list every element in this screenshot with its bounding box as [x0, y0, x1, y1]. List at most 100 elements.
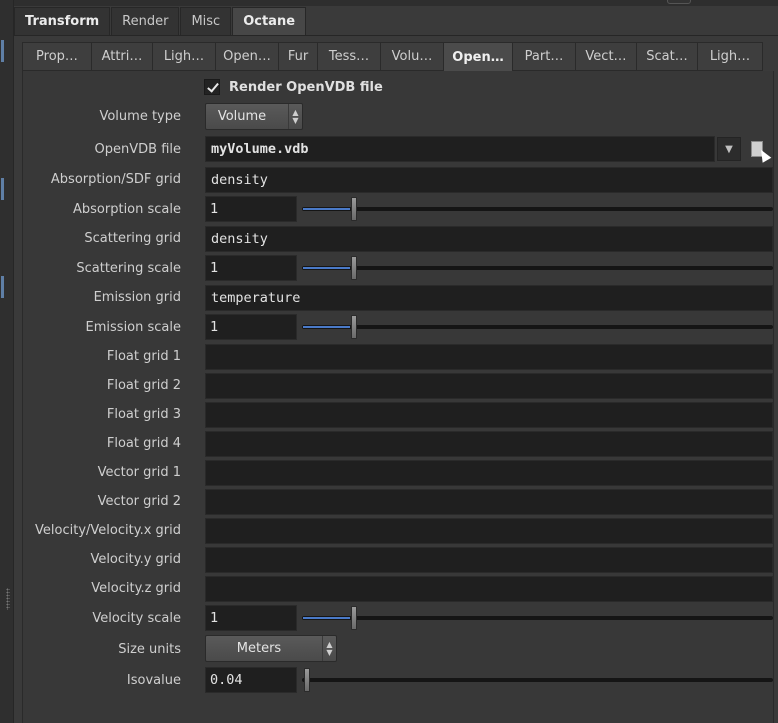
velocity-x-grid-input[interactable] — [205, 518, 773, 544]
absorption-scale-slider[interactable] — [302, 196, 773, 222]
dock-marker[interactable] — [1, 40, 4, 62]
render-openvdb-label: Render OpenVDB file — [229, 79, 383, 95]
subtab-particles[interactable]: Part… — [512, 42, 576, 71]
subtab-label: Vect… — [585, 49, 627, 64]
slider-track — [302, 207, 773, 211]
main-tab-bar: Transform Render Misc Octane — [14, 7, 778, 36]
subtab-fur[interactable]: Fur — [278, 42, 318, 71]
emission-scale-label: Emission scale — [85, 320, 181, 335]
openvdb-file-input[interactable]: myVolume.vdb — [205, 136, 715, 162]
scattering-scale-label: Scattering scale — [76, 261, 181, 276]
subtab-openvdb[interactable]: Open… — [443, 42, 513, 71]
slider-handle[interactable] — [351, 256, 357, 280]
scattering-scale-input[interactable]: 1 — [205, 255, 297, 281]
absorption-scale-input[interactable]: 1 — [205, 196, 297, 222]
file-history-dropdown-button[interactable]: ▼ — [717, 137, 741, 161]
chevron-down-icon: ▼ — [725, 143, 733, 155]
vector-grid-1-label: Vector grid 1 — [97, 465, 181, 480]
left-dock-strip — [0, 0, 14, 723]
dock-marker[interactable] — [1, 178, 4, 200]
isovalue-slider[interactable] — [302, 667, 773, 693]
slider-handle[interactable] — [351, 197, 357, 221]
subtab-tessellation[interactable]: Tess… — [317, 42, 381, 71]
slider-track — [302, 266, 773, 270]
subtab-vectron[interactable]: Vect… — [575, 42, 637, 71]
slider-handle[interactable] — [304, 668, 310, 692]
slider-fill — [303, 267, 350, 269]
float-grid-3-input[interactable] — [205, 402, 773, 428]
render-openvdb-toggle[interactable]: Render OpenVDB file — [204, 79, 383, 95]
subtab-open-1[interactable]: Open… — [215, 42, 279, 71]
velocity-z-grid-label: Velocity.z grid — [91, 581, 181, 596]
emission-grid-label: Emission grid — [93, 290, 181, 305]
tab-octane[interactable]: Octane — [232, 7, 307, 35]
vector-grid-2-label: Vector grid 2 — [97, 494, 181, 509]
volume-type-value: Volume — [217, 109, 267, 124]
velocity-scale-label: Velocity scale — [92, 611, 181, 626]
slider-handle[interactable] — [351, 315, 357, 339]
velocity-scale-slider[interactable] — [302, 605, 773, 631]
velocity-y-grid-input[interactable] — [205, 547, 773, 573]
tab-transform[interactable]: Transform — [14, 7, 111, 35]
scattering-grid-input[interactable]: density — [205, 226, 773, 252]
velocity-y-grid-label: Velocity.y grid — [90, 552, 181, 567]
scattering-grid-label: Scattering grid — [84, 231, 181, 246]
float-grid-2-input[interactable] — [205, 373, 773, 399]
sub-tab-bar: Prop… Attri… Ligh… Open… Fur Tess… Volu…… — [22, 42, 774, 71]
subtab-label: Scat… — [646, 49, 688, 64]
absorption-grid-label: Absorption/SDF grid — [50, 172, 181, 187]
toolbar-notch[interactable] — [667, 0, 691, 4]
size-units-value: Meters — [236, 641, 282, 656]
slider-track — [302, 616, 773, 620]
dock-marker[interactable] — [1, 276, 4, 298]
float-grid-2-label: Float grid 2 — [106, 378, 181, 393]
velocity-scale-input[interactable]: 1 — [205, 605, 297, 631]
subtab-label: Prop… — [36, 49, 78, 64]
emission-scale-input[interactable]: 1 — [205, 314, 297, 340]
float-grid-1-label: Float grid 1 — [106, 349, 181, 364]
scattering-scale-slider[interactable] — [302, 255, 773, 281]
float-grid-3-label: Float grid 3 — [106, 407, 181, 422]
slider-fill — [303, 208, 350, 210]
isovalue-label: Isovalue — [126, 673, 181, 688]
size-units-label: Size units — [118, 642, 181, 657]
subtab-attributes[interactable]: Attri… — [91, 42, 153, 71]
checkbox-checked-icon[interactable] — [204, 79, 220, 95]
vector-grid-1-input[interactable] — [205, 460, 773, 486]
tab-label: Transform — [25, 14, 100, 29]
absorption-scale-label: Absorption scale — [73, 202, 181, 217]
updown-arrows-icon: ▲ ▼ — [322, 636, 336, 661]
resize-grip-icon[interactable] — [6, 588, 10, 610]
slider-fill — [303, 617, 350, 619]
tab-label: Misc — [191, 14, 221, 29]
subtab-label: Open… — [223, 49, 271, 64]
openvdb-parameter-panel: Render OpenVDB file Volume type Volume ▲… — [22, 71, 774, 723]
size-units-dropdown[interactable]: Meters ▲ ▼ — [205, 635, 337, 662]
subtab-label: Part… — [524, 49, 564, 64]
tab-misc[interactable]: Misc — [180, 7, 232, 35]
tab-label: Octane — [243, 14, 296, 29]
subtab-properties[interactable]: Prop… — [22, 42, 92, 71]
volume-type-dropdown[interactable]: Volume ▲ ▼ — [205, 103, 303, 130]
float-grid-1-input[interactable] — [205, 344, 773, 370]
float-grid-4-input[interactable] — [205, 431, 773, 457]
volume-type-label: Volume type — [99, 109, 181, 124]
emission-scale-slider[interactable] — [302, 314, 773, 340]
subtab-label: Ligh… — [709, 49, 751, 64]
top-strip — [14, 0, 778, 6]
float-grid-4-label: Float grid 4 — [106, 436, 181, 451]
subtab-label: Open… — [452, 49, 504, 65]
tab-label: Render — [122, 14, 169, 29]
absorption-grid-input[interactable]: density — [205, 167, 773, 193]
subtab-label: Ligh… — [163, 49, 205, 64]
tab-render[interactable]: Render — [111, 7, 180, 35]
isovalue-input[interactable]: 0.04 — [205, 667, 297, 693]
velocity-z-grid-input[interactable] — [205, 576, 773, 602]
subtab-light-linking[interactable]: Ligh… — [152, 42, 216, 71]
slider-handle[interactable] — [351, 606, 357, 630]
subtab-scatter[interactable]: Scat… — [636, 42, 698, 71]
emission-grid-input[interactable]: temperature — [205, 285, 773, 311]
subtab-light[interactable]: Ligh… — [697, 42, 763, 71]
subtab-volume[interactable]: Volu… — [380, 42, 444, 71]
vector-grid-2-input[interactable] — [205, 489, 773, 515]
